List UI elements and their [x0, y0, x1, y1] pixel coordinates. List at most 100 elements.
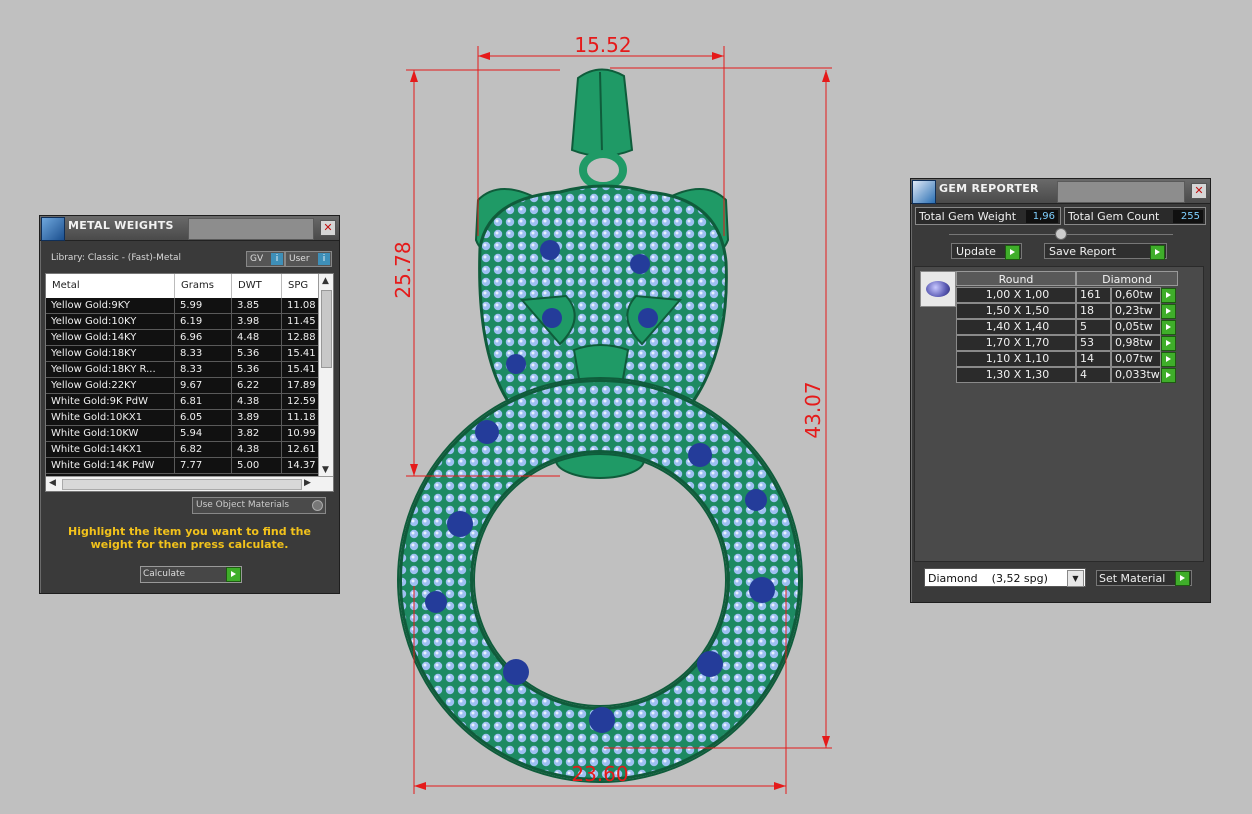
- cell-dwt: 4.48: [232, 330, 282, 345]
- metal-weights-title: METAL WEIGHTS: [68, 219, 174, 232]
- titlebar-grip: [1057, 181, 1185, 203]
- cell-dwt: 3.98: [232, 314, 282, 329]
- table-row[interactable]: Yellow Gold:14KY 6.96 4.48 12.88: [46, 330, 319, 346]
- gem-row[interactable]: 1,50 X 1,50 18 0,23tw: [956, 303, 1178, 319]
- set-material-button[interactable]: Set Material: [1096, 570, 1192, 586]
- gem-cell-weight: 0,23tw: [1111, 303, 1161, 319]
- play-arrow-icon[interactable]: [1150, 245, 1165, 260]
- gem-cell-weight: 0,05tw: [1111, 319, 1161, 335]
- total-gem-weight: Total Gem Weight 1,96: [915, 207, 1061, 225]
- gv-toggle[interactable]: GV i: [246, 251, 285, 267]
- cell-dwt: 4.38: [232, 394, 282, 409]
- table-row[interactable]: White Gold:9K PdW 6.81 4.38 12.59: [46, 394, 319, 410]
- cell-grams: 6.82: [175, 442, 232, 457]
- play-arrow-icon[interactable]: [1161, 304, 1176, 319]
- cell-metal: Yellow Gold:9KY: [46, 298, 175, 313]
- play-arrow-icon[interactable]: [1005, 245, 1020, 260]
- instruction-text: Highlight the item you want to find the …: [68, 525, 311, 551]
- metal-table[interactable]: Metal Grams DWT SPG Yellow Gold:9KY 5.99 3…: [45, 273, 334, 492]
- gem-row[interactable]: 1,00 X 1,00 161 0,60tw: [956, 287, 1178, 303]
- cell-spg: 15.41: [282, 362, 319, 377]
- gem-cell-weight: 0,60tw: [1111, 287, 1161, 303]
- radio-icon[interactable]: [312, 500, 323, 511]
- cell-metal: Yellow Gold:18KY R...: [46, 362, 175, 377]
- table-row[interactable]: Yellow Gold:18KY R... 8.33 5.36 15.41: [46, 362, 319, 378]
- vertical-scrollbar[interactable]: ▲ ▼: [318, 274, 333, 477]
- cell-spg: 14.37: [282, 458, 319, 473]
- table-row[interactable]: Yellow Gold:18KY 8.33 5.36 15.41: [46, 346, 319, 362]
- scroll-up-icon[interactable]: ▲: [322, 275, 329, 287]
- play-arrow-icon[interactable]: [1161, 320, 1176, 335]
- gem-row[interactable]: 1,30 X 1,30 4 0,033tw: [956, 367, 1178, 383]
- cell-metal: White Gold:14KX1: [46, 442, 175, 457]
- play-arrow-icon[interactable]: [226, 567, 241, 582]
- column-header-metal[interactable]: Metal: [46, 274, 175, 298]
- cell-grams: 6.19: [175, 314, 232, 329]
- scroll-down-icon[interactable]: ▼: [322, 464, 329, 476]
- total-gem-count: Total Gem Count 255: [1064, 207, 1206, 225]
- cell-dwt: 3.82: [232, 426, 282, 441]
- column-header-dwt[interactable]: DWT: [232, 274, 282, 298]
- use-object-materials-label: Use Object Materials: [196, 500, 290, 510]
- table-row[interactable]: Yellow Gold:22KY 9.67 6.22 17.89: [46, 378, 319, 394]
- play-arrow-icon[interactable]: [1175, 571, 1190, 586]
- save-report-button[interactable]: Save Report: [1044, 243, 1167, 260]
- user-toggle[interactable]: User i: [285, 251, 332, 267]
- report-icon: [912, 180, 936, 204]
- material-select-value: Diamond (3,52 spg): [928, 572, 1048, 585]
- play-arrow-icon[interactable]: [1161, 368, 1176, 383]
- gem-thumbnail[interactable]: [920, 271, 956, 307]
- play-arrow-icon[interactable]: [1161, 352, 1176, 367]
- cell-grams: 7.77: [175, 458, 232, 473]
- table-row[interactable]: White Gold:10KX1 6.05 3.89 11.18: [46, 410, 319, 426]
- cell-grams: 6.96: [175, 330, 232, 345]
- collapse-knob-icon[interactable]: [1055, 228, 1067, 240]
- scroll-thumb[interactable]: [62, 479, 302, 490]
- chevron-down-icon[interactable]: ▼: [1067, 570, 1084, 587]
- use-object-materials-option[interactable]: Use Object Materials: [192, 497, 326, 514]
- play-arrow-icon[interactable]: [1161, 288, 1176, 303]
- gem-cell-size: 1,30 X 1,30: [956, 367, 1076, 383]
- gem-row[interactable]: 1,10 X 1,10 14 0,07tw: [956, 351, 1178, 367]
- material-select[interactable]: Diamond (3,52 spg) ▼: [924, 568, 1086, 587]
- metal-weights-titlebar[interactable]: METAL WEIGHTS ✕: [40, 216, 339, 241]
- dimension-height-total: 43.07: [801, 381, 825, 438]
- scroll-thumb[interactable]: [321, 290, 332, 368]
- cell-grams: 5.99: [175, 298, 232, 313]
- metal-weights-panel: METAL WEIGHTS ✕ Library: Classic - (Fast…: [39, 215, 340, 594]
- update-button[interactable]: Update: [951, 243, 1022, 260]
- play-arrow-icon[interactable]: [1161, 336, 1176, 351]
- table-row[interactable]: White Gold:14KX1 6.82 4.38 12.61: [46, 442, 319, 458]
- table-row[interactable]: White Gold:14K PdW 7.77 5.00 14.37: [46, 458, 319, 474]
- scroll-right-icon[interactable]: ▶: [304, 477, 311, 489]
- cell-grams: 6.81: [175, 394, 232, 409]
- calculate-label: Calculate: [143, 569, 186, 579]
- gem-reporter-title: GEM REPORTER: [939, 182, 1039, 195]
- cell-grams: 8.33: [175, 362, 232, 377]
- cell-dwt: 3.89: [232, 410, 282, 425]
- gem-cell-size: 1,40 X 1,40: [956, 319, 1076, 335]
- table-row[interactable]: Yellow Gold:10KY 6.19 3.98 11.45: [46, 314, 319, 330]
- gem-row[interactable]: 1,70 X 1,70 53 0,98tw: [956, 335, 1178, 351]
- dimension-width-bottom: 23.60: [571, 762, 628, 786]
- dimension-width-top: 15.52: [574, 33, 631, 57]
- cell-dwt: 6.22: [232, 378, 282, 393]
- table-row[interactable]: White Gold:10KW 5.94 3.82 10.99: [46, 426, 319, 442]
- cell-spg: 10.99: [282, 426, 319, 441]
- column-header-grams[interactable]: Grams: [175, 274, 232, 298]
- close-icon[interactable]: ✕: [320, 220, 336, 236]
- gem-cell-weight: 0,033tw: [1111, 367, 1161, 383]
- calculate-button[interactable]: Calculate: [140, 566, 242, 583]
- horizontal-scrollbar[interactable]: ◀ ▶: [46, 476, 333, 491]
- table-row[interactable]: Yellow Gold:9KY 5.99 3.85 11.08: [46, 298, 319, 314]
- gem-cell-size: 1,70 X 1,70: [956, 335, 1076, 351]
- column-header-spg[interactable]: SPG: [282, 274, 319, 298]
- gem-cell-count: 4: [1076, 367, 1111, 383]
- cell-spg: 12.61: [282, 442, 319, 457]
- gem-row[interactable]: 1,40 X 1,40 5 0,05tw: [956, 319, 1178, 335]
- gem-reporter-titlebar[interactable]: GEM REPORTER ✕: [911, 179, 1210, 204]
- scroll-left-icon[interactable]: ◀: [49, 477, 56, 489]
- close-icon[interactable]: ✕: [1191, 183, 1207, 199]
- pendant-model: [397, 68, 803, 783]
- cell-grams: 5.94: [175, 426, 232, 441]
